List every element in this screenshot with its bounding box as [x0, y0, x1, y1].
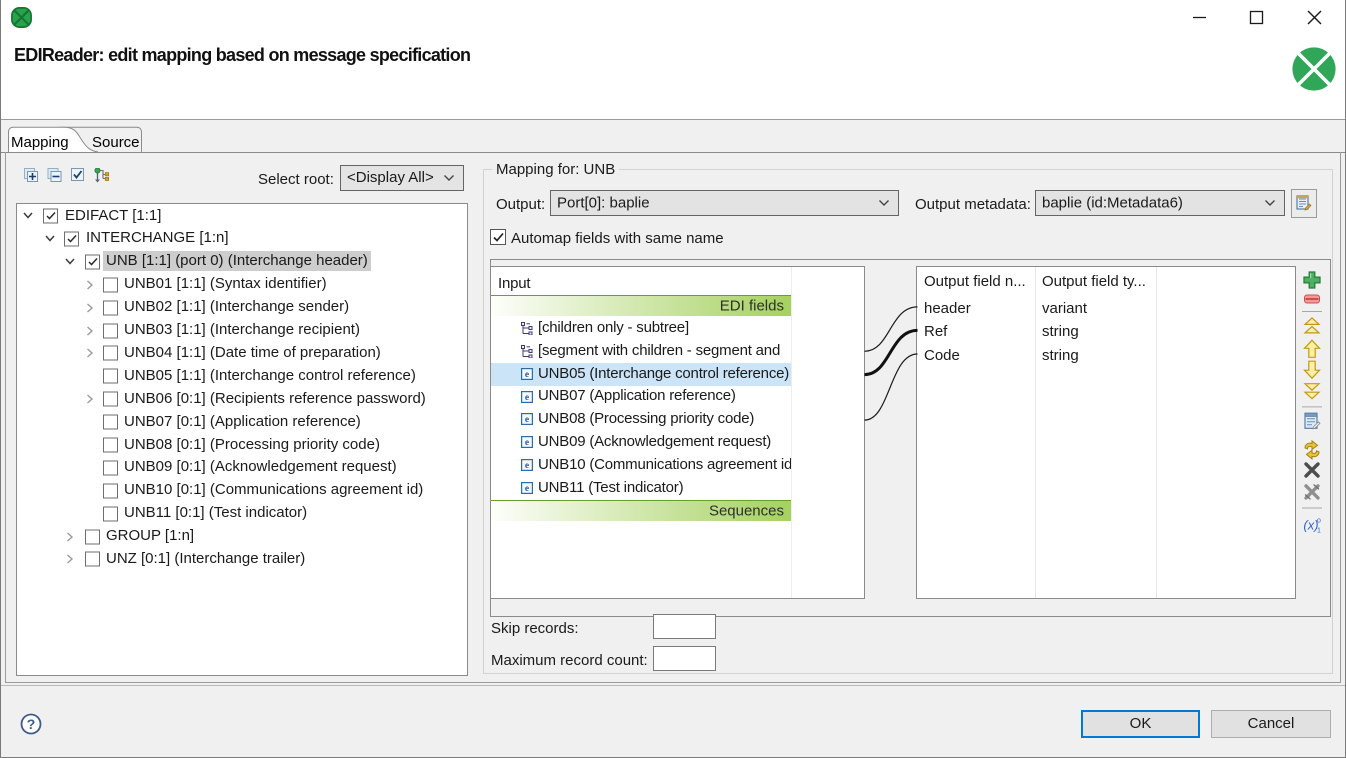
svg-text:1: 1 — [1317, 527, 1321, 534]
svg-text:e: e — [525, 484, 529, 494]
svg-text:e: e — [525, 416, 529, 426]
svg-text:e: e — [525, 370, 529, 380]
svg-text:e: e — [525, 461, 529, 471]
svg-text:?: ? — [27, 716, 36, 732]
svg-text:e: e — [525, 393, 529, 403]
svg-text:e: e — [525, 438, 529, 448]
svg-text:o: o — [1317, 517, 1321, 524]
